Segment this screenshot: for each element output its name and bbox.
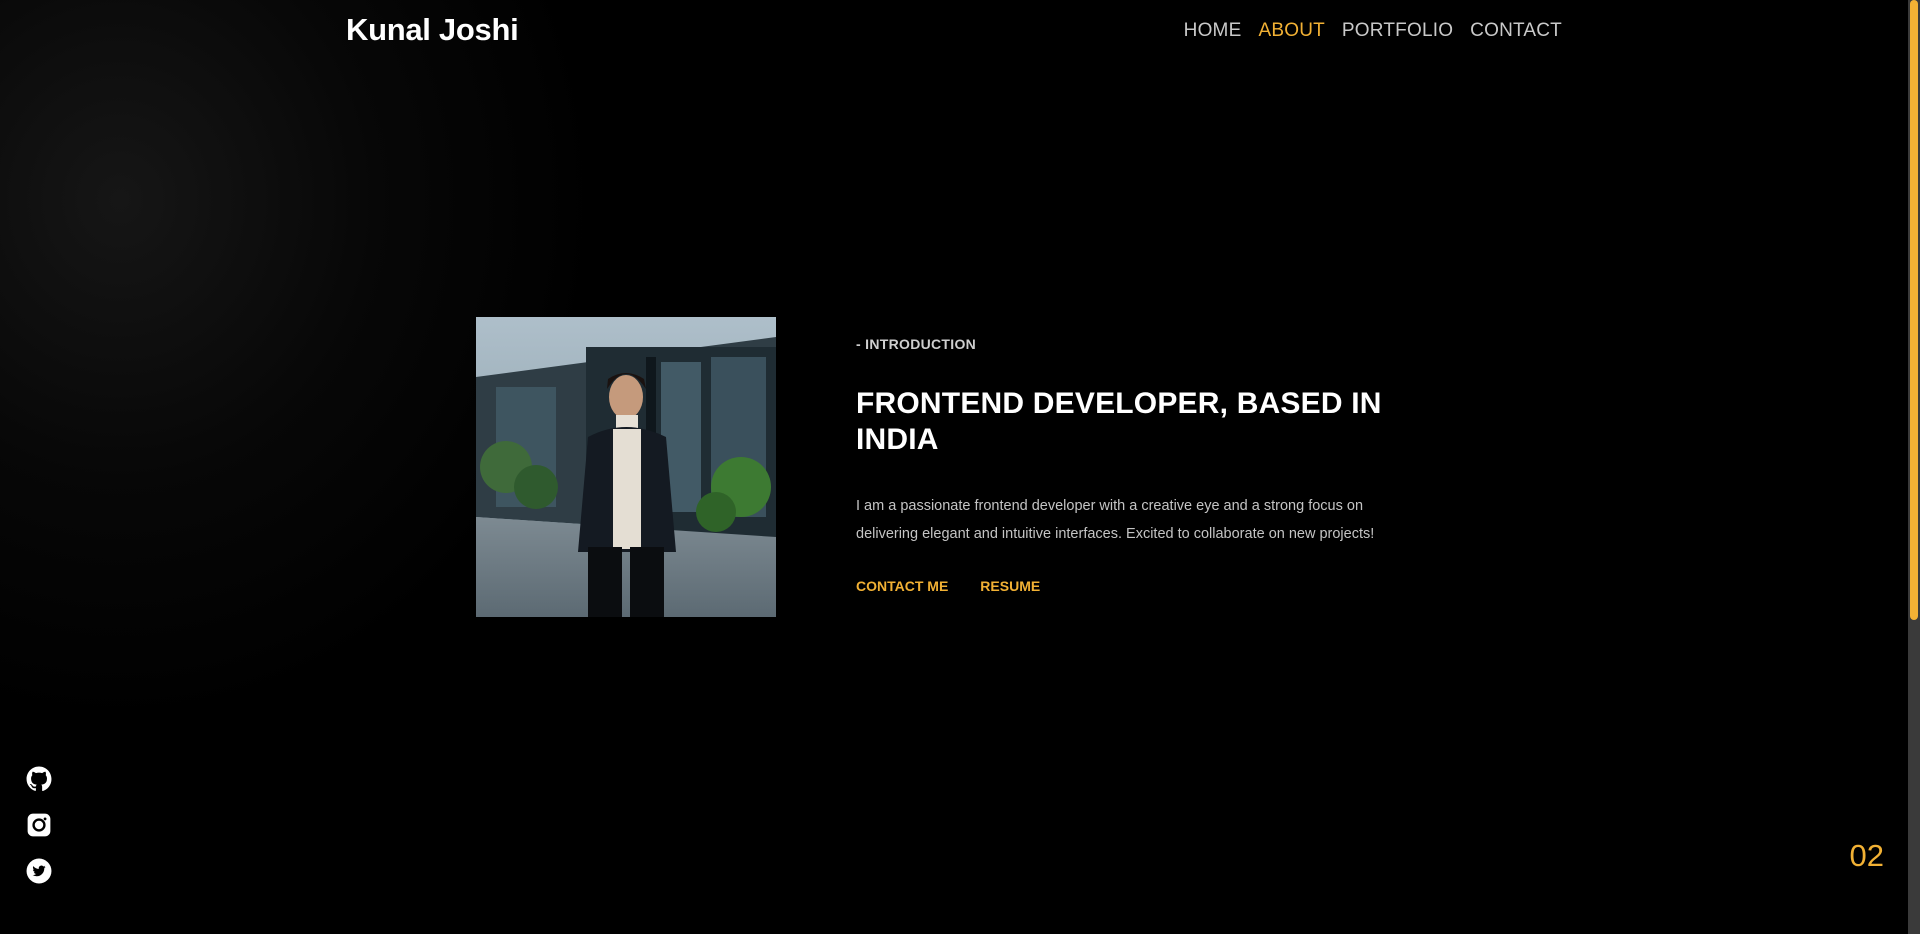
about-headline: FRONTEND DEVELOPER, BASED IN INDIA	[856, 387, 1382, 456]
instagram-icon[interactable]	[26, 812, 52, 838]
brand-logo[interactable]: Kunal Joshi	[346, 12, 519, 48]
main-nav: HOME ABOUT PORTFOLIO CONTACT	[1184, 20, 1562, 42]
scrollbar-thumb[interactable]	[1910, 0, 1918, 620]
nav-contact[interactable]: CONTACT	[1470, 20, 1562, 42]
page-number: 02	[1849, 838, 1884, 873]
about-bio: I am a passionate frontend developer wit…	[856, 498, 1375, 542]
profile-photo	[476, 317, 776, 617]
profile-photo-image	[476, 317, 776, 617]
nav-about[interactable]: ABOUT	[1258, 20, 1324, 42]
nav-home[interactable]: HOME	[1184, 20, 1242, 42]
contact-me-button[interactable]: CONTACT ME	[856, 578, 948, 594]
twitter-icon[interactable]	[26, 858, 52, 884]
about-content: - INTRODUCTION FRONTEND DEVELOPER, BASED…	[856, 336, 1436, 594]
nav-portfolio[interactable]: PORTFOLIO	[1342, 20, 1453, 42]
section-eyebrow: - INTRODUCTION	[856, 336, 977, 352]
github-icon[interactable]	[26, 766, 52, 792]
page: Kunal Joshi HOME ABOUT PORTFOLIO CONTACT	[0, 0, 1920, 934]
scrollbar[interactable]	[1908, 0, 1920, 934]
social-links	[26, 766, 52, 884]
resume-button[interactable]: RESUME	[980, 578, 1040, 594]
about-actions: CONTACT ME RESUME	[856, 578, 1436, 594]
